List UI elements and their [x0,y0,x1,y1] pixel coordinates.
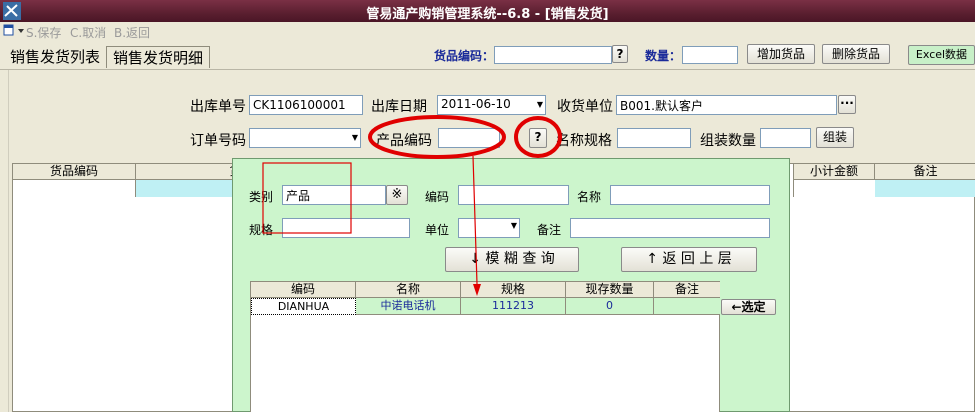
results-header-code[interactable]: 编码 [251,282,356,298]
product-code-input[interactable] [438,128,500,148]
results-header-spec[interactable]: 规格 [461,282,566,298]
dropdown-arrow-icon[interactable] [16,26,26,36]
delete-goods-button[interactable]: 删除货品 [822,44,890,64]
out-date-value: 2011-06-10 [441,97,511,111]
title-bar: 管易通产购销管理系统--6.8 - [销售发货] [0,0,975,22]
spec-label: 名称规格 [556,133,612,149]
grid-cell[interactable] [793,180,875,197]
chevron-down-icon[interactable]: ▼ [511,221,517,230]
grid-header-subtotal[interactable]: 小计金额 [793,164,875,180]
order-no-label: 订单号码 [190,133,246,149]
product-lookup-dialog: 类别 ※ 编码 名称 规格 单位 ▼ 备注 ↓ 模 糊 查 询 ↑ 返 回 上 … [232,158,790,412]
results-cell-remark[interactable] [654,298,720,315]
popup-unit-select[interactable]: ▼ [458,218,520,238]
results-header-name[interactable]: 名称 [356,282,461,298]
popup-name-input[interactable] [610,185,770,205]
results-cell-spec[interactable]: 111213 [461,298,566,315]
results-cell-code[interactable]: DIANHUA [251,298,356,315]
popup-category-input[interactable] [282,185,386,205]
grid-header-goods-code[interactable]: 货品编码 [13,164,136,180]
window-title: 管易通产购销管理系统--6.8 - [销售发货] [366,7,609,22]
select-button[interactable]: ←选定 [721,299,776,315]
out-date-label: 出库日期 [371,99,427,115]
qty-label: 数量： [645,49,682,63]
product-results-table[interactable]: 编码 名称 规格 现存数量 备注 DIANHUA 中诺电话机 111213 0 [250,281,720,412]
popup-spec-label: 规格 [249,223,274,237]
results-header-remark[interactable]: 备注 [654,282,720,298]
goods-code-label: 货品编码： [434,49,495,63]
back-button[interactable]: B.返回 [114,24,150,41]
results-cell-stock[interactable]: 0 [566,298,654,315]
out-no-label: 出库单号 [190,99,246,115]
grid-header-remark[interactable]: 备注 [875,164,975,180]
product-lookup-button[interactable]: ? [529,128,547,148]
grid-cell[interactable] [13,180,136,197]
document-icon [3,24,14,36]
assemble-qty-label: 组装数量 [700,133,756,149]
receiver-more-button[interactable]: ··· [838,95,856,114]
tab-sales-delivery-list[interactable]: 销售发货列表 [4,46,106,68]
popup-category-label: 类别 [249,190,274,204]
popup-name-label: 名称 [577,190,602,204]
excel-data-button[interactable]: Excel数据 [908,45,975,65]
receiver-label: 收货单位 [557,99,613,115]
out-no-input[interactable] [249,95,363,115]
assemble-qty-input[interactable] [760,128,811,148]
popup-code-label: 编码 [425,190,450,204]
add-goods-button[interactable]: 增加货品 [747,44,815,64]
tab-sales-delivery-detail[interactable]: 销售发货明细 [106,46,211,68]
popup-unit-label: 单位 [425,223,450,237]
popup-spec-input[interactable] [282,218,410,238]
return-button[interactable]: ↑ 返 回 上 层 [621,247,757,272]
results-cell-name[interactable]: 中诺电话机 [356,298,461,315]
qty-input[interactable] [682,46,738,64]
goods-lookup-button[interactable]: ? [612,45,628,63]
chevron-down-icon[interactable]: ▼ [352,130,358,146]
assemble-button[interactable]: 组装 [816,127,854,148]
fuzzy-search-button[interactable]: ↓ 模 糊 查 询 [445,247,579,272]
popup-category-button[interactable]: ※ [386,185,408,205]
popup-code-input[interactable] [458,185,569,205]
grid-cell[interactable] [136,180,246,197]
cancel-button[interactable]: C.取消 [70,24,106,41]
product-code-label: 产品编码 [376,133,432,149]
toolbar: S.保存 C.取消 B.返回 [0,22,975,42]
out-date-picker[interactable]: 2011-06-10 ▼ [437,95,546,115]
save-button[interactable]: S.保存 [26,24,61,41]
spec-input[interactable] [617,128,691,148]
popup-remark-label: 备注 [537,223,562,237]
results-header-stock[interactable]: 现存数量 [566,282,654,298]
popup-remark-input[interactable] [570,218,770,238]
tab-strip: 销售发货列表 销售发货明细 货品编码： ? 数量： 增加货品 删除货品 Exce… [0,42,975,70]
receiver-input[interactable] [616,95,837,115]
grid-cell[interactable] [875,180,975,197]
goods-code-input[interactable] [494,46,612,64]
order-no-select[interactable]: ▼ [249,128,361,148]
chevron-down-icon[interactable]: ▼ [537,97,543,113]
